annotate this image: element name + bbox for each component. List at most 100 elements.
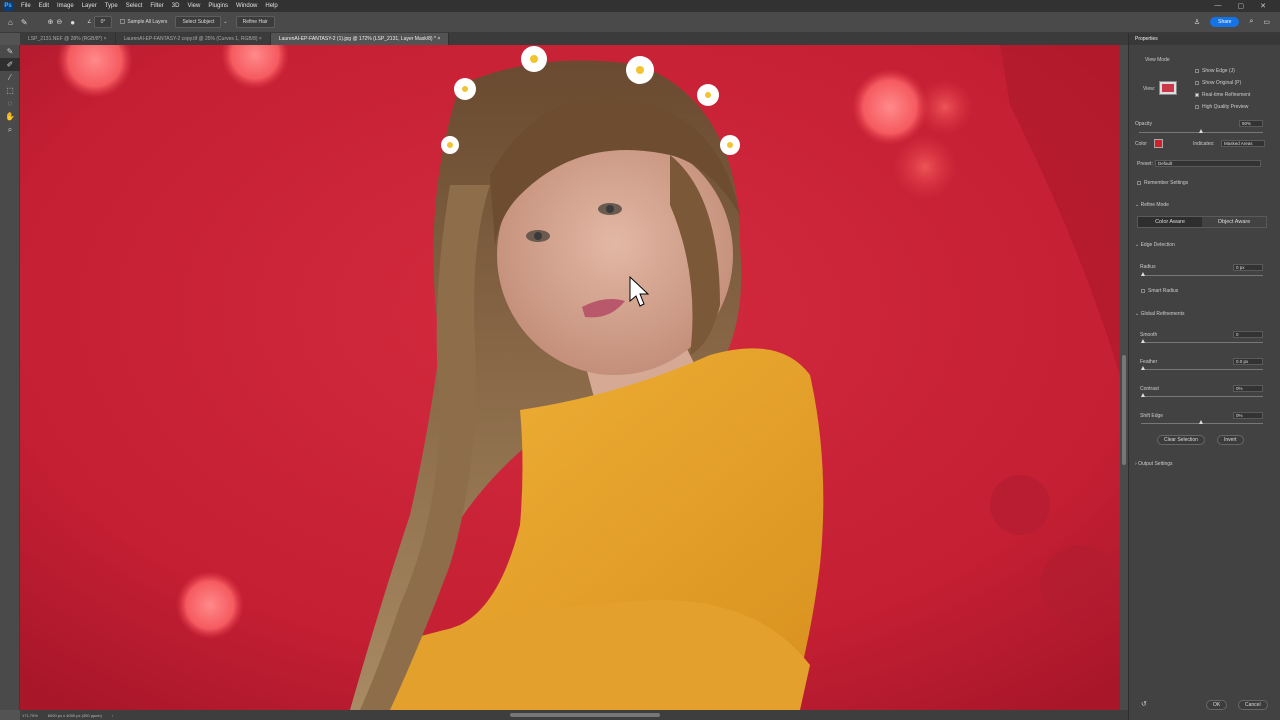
overlay-color-swatch[interactable] xyxy=(1154,139,1163,148)
high-quality-preview-checkbox[interactable]: High Quality Preview xyxy=(1195,104,1248,110)
radius-slider-knob[interactable] xyxy=(1141,272,1145,276)
add-mode-icon[interactable]: ⊕ xyxy=(48,18,54,26)
brush-size-icon[interactable]: ● xyxy=(70,18,75,27)
opacity-input[interactable]: 50% xyxy=(1239,120,1263,127)
refine-mode-header: Refine Mode xyxy=(1140,202,1169,208)
photoshop-logo: Ps xyxy=(3,1,13,11)
document-size: 6000 px x 4000 px (300 ppcm) xyxy=(47,712,102,718)
contrast-slider[interactable] xyxy=(1141,396,1263,397)
refine-hair-button[interactable]: Refine Hair xyxy=(235,16,275,28)
smooth-slider-knob[interactable] xyxy=(1141,339,1145,343)
properties-panel: Properties View Mode View: Show Edge (J)… xyxy=(1128,33,1280,720)
tab-document-2[interactable]: LaurenAI-EP-FANTASY-2 copy.tif @ 25% (Cu… xyxy=(116,33,271,45)
smooth-slider[interactable] xyxy=(1141,342,1263,343)
menu-3d[interactable]: 3D xyxy=(172,3,180,9)
object-selection-icon[interactable]: ⬚ xyxy=(0,84,20,97)
menu-edit[interactable]: Edit xyxy=(39,3,49,9)
minimize-icon[interactable]: — xyxy=(1215,2,1222,10)
select-subject-button[interactable]: Select Subject xyxy=(175,16,222,28)
document-tabs: LSP_2131.NEF @ 28% (RGB/8*) × LaurenAI-E… xyxy=(20,33,1128,45)
contrast-label: Contrast xyxy=(1140,386,1159,392)
photo-image xyxy=(20,45,1120,710)
search-icon[interactable]: ⌕ xyxy=(1249,18,1253,26)
menu-filter[interactable]: Filter xyxy=(150,3,163,9)
opacity-slider-knob[interactable] xyxy=(1198,129,1203,133)
shift-edge-input[interactable]: 0% xyxy=(1233,412,1263,419)
angle-input[interactable]: 0° xyxy=(93,16,113,28)
preset-dropdown[interactable]: Default xyxy=(1155,160,1261,167)
window-controls: — ▢ ✕ xyxy=(1215,2,1280,10)
sample-all-layers-checkbox[interactable]: Sample All Layers xyxy=(120,19,167,25)
menu-layer[interactable]: Layer xyxy=(82,3,97,9)
shift-edge-slider-knob[interactable] xyxy=(1199,420,1203,424)
invert-button[interactable]: Invert xyxy=(1217,435,1244,445)
show-edge-checkbox[interactable]: Show Edge (J) xyxy=(1195,68,1235,74)
paint-brush-icon[interactable]: ⁄ xyxy=(0,71,20,84)
lasso-icon[interactable]: ◌ xyxy=(0,97,20,110)
chevron-right-icon[interactable]: › xyxy=(112,713,113,718)
object-aware-button[interactable]: Object Aware xyxy=(1202,217,1266,227)
menu-bar: Ps File Edit Image Layer Type Select Fil… xyxy=(0,0,1280,12)
menu-window[interactable]: Window xyxy=(236,3,257,9)
maximize-icon[interactable]: ▢ xyxy=(1238,2,1245,10)
subtract-mode-icon[interactable]: ⊖ xyxy=(56,18,62,26)
sample-all-layers-label: Sample All Layers xyxy=(127,19,168,25)
smart-radius-checkbox[interactable]: Smart Radius xyxy=(1141,288,1178,294)
indicates-dropdown[interactable]: Masked Areas xyxy=(1221,140,1265,147)
home-icon[interactable]: ⌂ xyxy=(8,18,13,27)
overlay-preview xyxy=(1162,84,1174,92)
workspace-icon[interactable]: ▭ xyxy=(1263,18,1270,26)
edge-detection-section[interactable]: ⌄ Edge Detection xyxy=(1135,242,1175,248)
angle-icon: ∠ xyxy=(87,19,92,25)
clear-selection-button[interactable]: Clear Selection xyxy=(1157,435,1205,445)
close-icon[interactable]: ✕ xyxy=(1260,2,1266,10)
scroll-thumb[interactable] xyxy=(1122,355,1126,465)
menu-help[interactable]: Help xyxy=(265,3,277,9)
feather-input[interactable]: 0.0 px xyxy=(1233,358,1263,365)
output-settings-section[interactable]: › Output Settings xyxy=(1135,461,1173,467)
hand-icon[interactable]: ✋ xyxy=(0,110,20,123)
menu-type[interactable]: Type xyxy=(105,3,118,9)
feather-slider[interactable] xyxy=(1141,369,1263,370)
ok-button[interactable]: OK xyxy=(1206,700,1228,710)
brush-icon[interactable]: ✎ xyxy=(21,18,28,27)
feather-slider-knob[interactable] xyxy=(1141,366,1145,370)
smooth-input[interactable]: 0 xyxy=(1233,331,1263,338)
menu-view[interactable]: View xyxy=(187,3,200,9)
view-mode-thumbnail[interactable] xyxy=(1159,81,1177,95)
menu-select[interactable]: Select xyxy=(126,3,143,9)
reset-icon[interactable]: ↺ xyxy=(1141,700,1147,708)
close-tab-icon[interactable]: × xyxy=(259,36,262,42)
tab-document-3[interactable]: LaurenAI-EP-FANTASY-2 (1).jpg @ 172% (LS… xyxy=(270,33,450,45)
contrast-input[interactable]: 0% xyxy=(1233,385,1263,392)
menu-plugins[interactable]: Plugins xyxy=(208,3,228,9)
horizontal-scroll-thumb[interactable] xyxy=(510,713,660,717)
global-refinements-section[interactable]: ⌄ Global Refinements xyxy=(1135,311,1185,317)
smooth-label: Smooth xyxy=(1140,332,1158,338)
radius-slider[interactable] xyxy=(1141,275,1263,276)
chevron-down-icon[interactable]: ⌄ xyxy=(223,19,227,25)
document-canvas[interactable] xyxy=(20,45,1120,710)
remember-settings-checkbox[interactable]: Remember Settings xyxy=(1137,180,1188,186)
zoom-level[interactable]: 171.75% xyxy=(22,713,38,718)
close-tab-icon[interactable]: × xyxy=(104,36,107,42)
cancel-button[interactable]: Cancel xyxy=(1238,700,1268,710)
share-button[interactable]: Share xyxy=(1210,17,1240,27)
menu-image[interactable]: Image xyxy=(57,3,74,9)
remember-settings-label: Remember Settings xyxy=(1144,180,1189,186)
tab-label: LaurenAI-EP-FANTASY-2 (1).jpg @ 172% (LS… xyxy=(278,36,436,42)
vertical-scrollbar[interactable] xyxy=(1120,45,1128,710)
zoom-icon[interactable]: ⌕ xyxy=(0,123,20,136)
radius-input[interactable]: 0 px xyxy=(1233,264,1263,271)
color-aware-button[interactable]: Color Aware xyxy=(1138,217,1202,227)
realtime-refinement-checkbox[interactable]: Real-time Refinement xyxy=(1195,92,1250,98)
brush-icon[interactable]: ✎ xyxy=(0,45,20,58)
show-original-checkbox[interactable]: Show Original (P) xyxy=(1195,80,1241,86)
contrast-slider-knob[interactable] xyxy=(1141,393,1145,397)
refine-mode-section[interactable]: ⌄ Refine Mode xyxy=(1135,202,1169,208)
tab-document-1[interactable]: LSP_2131.NEF @ 28% (RGB/8*) × xyxy=(20,33,116,45)
menu-file[interactable]: File xyxy=(21,3,31,9)
refine-edge-brush-icon[interactable]: ✐ xyxy=(0,58,20,71)
close-tab-icon[interactable]: × xyxy=(437,36,440,42)
user-icon[interactable]: ♙ xyxy=(1194,18,1200,26)
